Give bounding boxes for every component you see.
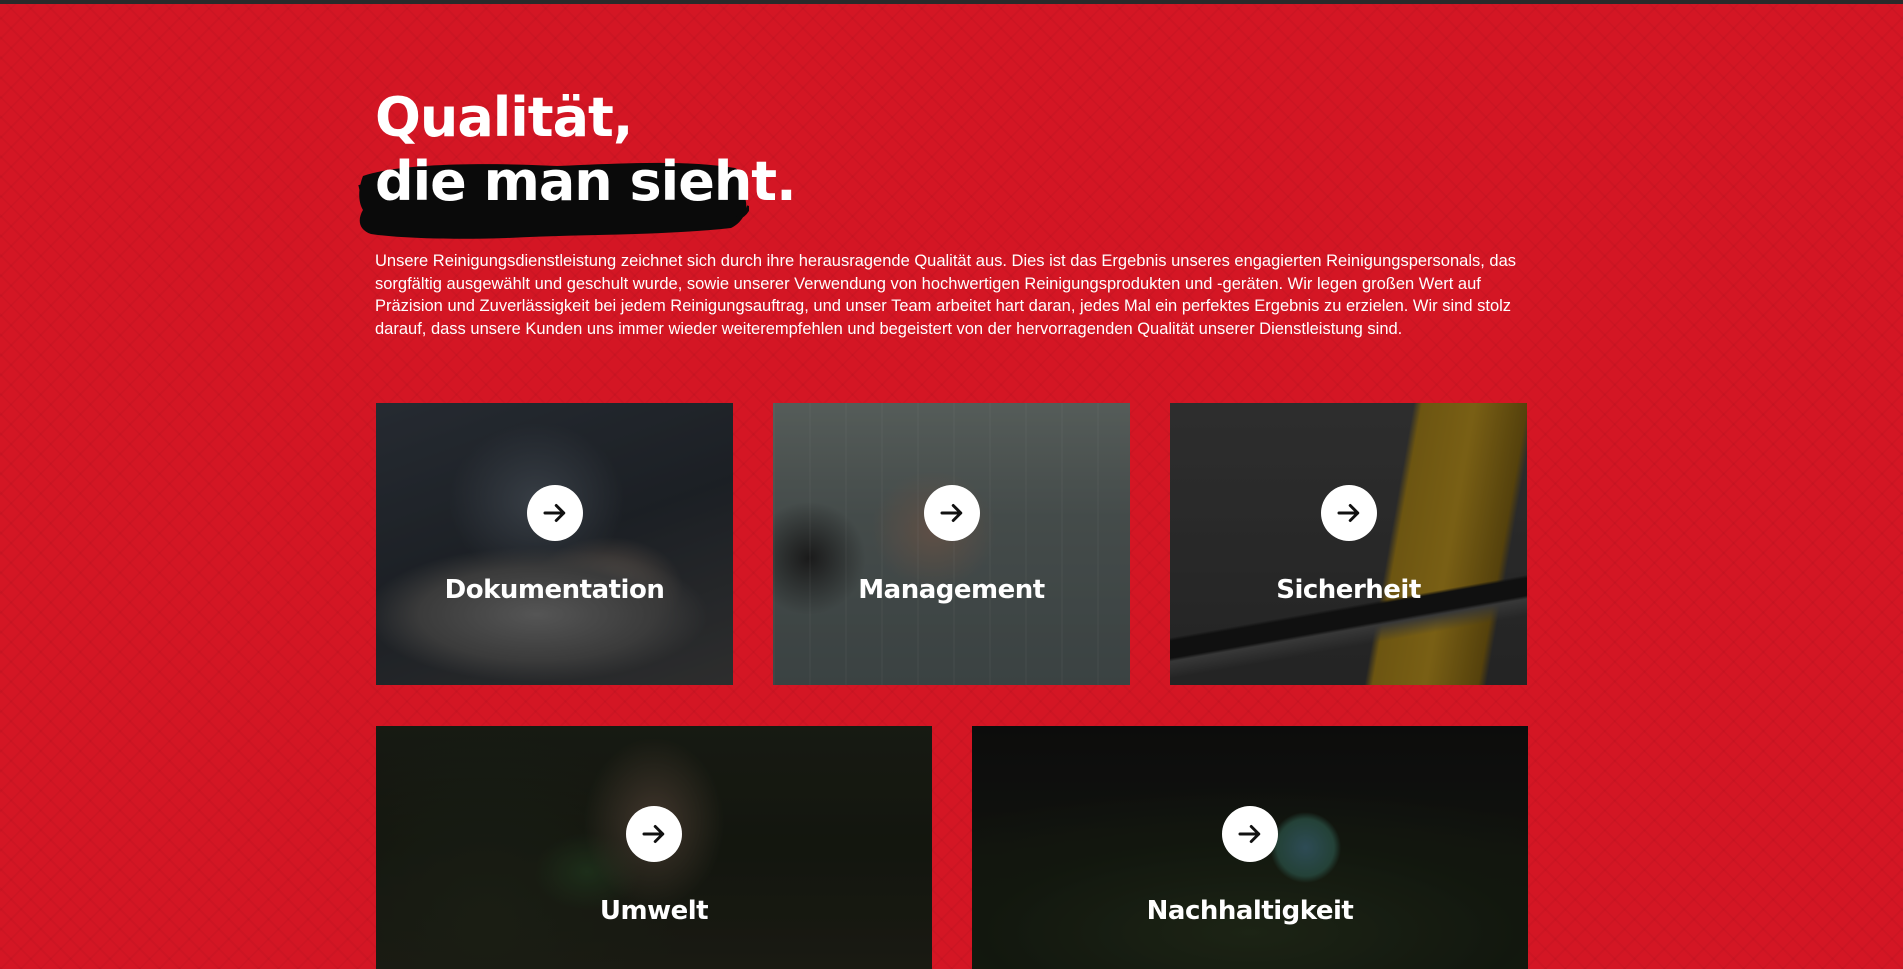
headline-line-2: die man sieht. bbox=[375, 150, 797, 213]
card-shade bbox=[773, 403, 1130, 685]
card-umwelt[interactable]: Umwelt bbox=[376, 726, 932, 969]
card-arrow-button[interactable] bbox=[626, 806, 682, 862]
card-title: Management bbox=[858, 575, 1045, 605]
card-dokumentation[interactable]: Dokumentation bbox=[376, 403, 733, 685]
card-title: Nachhaltigkeit bbox=[1146, 896, 1354, 926]
arrow-right-icon bbox=[940, 504, 962, 522]
card-arrow-button[interactable] bbox=[923, 485, 980, 541]
arrow-right-icon bbox=[1337, 504, 1359, 522]
card-shade bbox=[1170, 403, 1527, 685]
top-strip bbox=[0, 0, 1903, 4]
card-title: Dokumentation bbox=[444, 575, 665, 605]
card-title: Sicherheit bbox=[1276, 575, 1421, 605]
card-shade bbox=[376, 403, 733, 685]
card-arrow-button[interactable] bbox=[526, 485, 583, 541]
intro-paragraph: Unsere Reinigungsdienstleistung zeichnet… bbox=[375, 252, 1517, 338]
arrow-right-icon bbox=[543, 504, 565, 522]
card-arrow-button[interactable] bbox=[1320, 485, 1377, 541]
section-heading: Qualität, die man sieht. bbox=[358, 86, 797, 239]
card-nachhaltigkeit[interactable]: Nachhaltigkeit bbox=[972, 726, 1528, 969]
arrow-right-icon bbox=[642, 825, 665, 843]
card-title: Umwelt bbox=[599, 896, 709, 926]
headline-line-2-wrapper: die man sieht. bbox=[358, 150, 797, 239]
card-sicherheit[interactable]: Sicherheit bbox=[1170, 403, 1527, 685]
headline-line-1: Qualität, bbox=[375, 86, 633, 149]
card-management[interactable]: Management bbox=[773, 403, 1130, 685]
card-arrow-button[interactable] bbox=[1222, 806, 1278, 862]
arrow-right-icon bbox=[1238, 825, 1261, 843]
